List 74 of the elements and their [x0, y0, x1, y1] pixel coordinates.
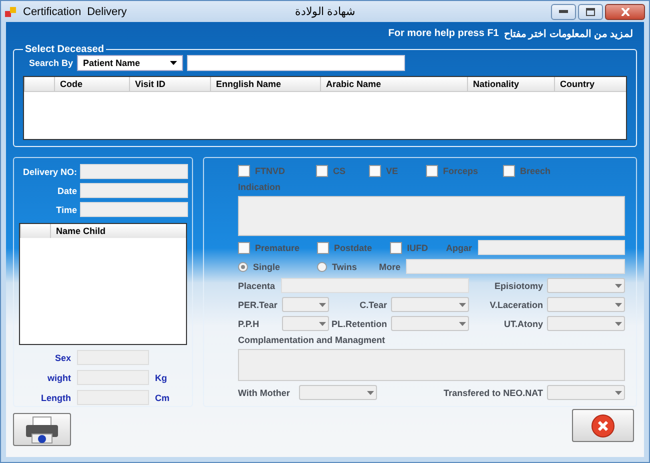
help-text: For more help press F1	[388, 28, 499, 40]
field-label: Indication	[238, 182, 282, 192]
field-label: Complamentation and Managment	[238, 335, 386, 345]
window-title: شهادة الولادة	[294, 6, 356, 18]
field-label: wight	[46, 372, 71, 382]
maximize-button[interactable]	[578, 4, 603, 20]
help-text: لمزيد من المعلومات اختر مفتاح	[504, 28, 633, 40]
group-title: Select Deceased	[24, 44, 105, 55]
input-field[interactable]	[77, 370, 149, 385]
close-icon	[591, 414, 615, 438]
dropdown-arrow-icon	[614, 284, 622, 288]
dropdown-arrow-icon	[458, 302, 466, 306]
column-header[interactable]: Ennglish Name	[210, 77, 320, 91]
radio-label: Single	[253, 262, 280, 272]
checkbox-label: CS	[333, 166, 346, 176]
checkbox-label: IUFD	[407, 242, 428, 252]
close-button[interactable]	[605, 4, 645, 20]
field-label: Sex	[54, 352, 71, 362]
checkbox-label: Premature	[255, 242, 300, 252]
input-field[interactable]	[80, 183, 188, 198]
minimize-icon	[559, 10, 568, 13]
dropdown-arrow-icon	[614, 302, 622, 306]
input-field[interactable]	[80, 164, 188, 179]
dropdown-arrow-icon	[614, 322, 622, 326]
checkbox-label: VE	[386, 166, 398, 176]
column-header[interactable]: Visit ID	[129, 77, 210, 91]
menu-item[interactable]: Certification	[23, 6, 82, 18]
print-button[interactable]	[13, 413, 71, 446]
column-header[interactable]: Arabic Name	[320, 77, 467, 91]
radio-label: Twins	[332, 262, 357, 272]
field-label: Length	[40, 392, 71, 402]
field-label: V.Laceration	[488, 300, 544, 310]
dropdown-arrow-icon	[614, 390, 622, 394]
field-label: PL.Retention	[330, 318, 388, 328]
minimize-button[interactable]	[551, 4, 576, 20]
field-label: Apgar	[446, 242, 474, 252]
column-header[interactable]: Country	[554, 77, 626, 91]
field-label: C.Tear	[358, 300, 388, 310]
field-label: Kg	[155, 372, 168, 382]
input-field[interactable]	[80, 202, 188, 217]
checkbox-label: Forceps	[443, 166, 478, 176]
field-label: More	[379, 262, 402, 272]
checkbox-label: FTNVD	[255, 166, 285, 176]
search-label: Search By	[29, 58, 74, 68]
field-label: With Mother	[238, 388, 291, 398]
checkbox-label: Postdate	[334, 242, 372, 252]
field-label: Episiotomy	[493, 280, 544, 290]
dropdown-arrow-icon	[318, 302, 326, 306]
column-header[interactable]: Code	[54, 77, 129, 91]
maximize-icon	[586, 8, 595, 16]
field-label: Placenta	[238, 280, 276, 290]
field-label: Time	[55, 204, 77, 214]
dropdown-arrow-icon	[170, 61, 178, 65]
field-label: Delivery NO:	[22, 166, 77, 176]
field-label: UT.Atony	[503, 318, 544, 328]
column-header[interactable]: Nationality	[467, 77, 554, 91]
search-by-dropdown[interactable]: Patient Name	[77, 55, 184, 71]
printer-icon	[24, 416, 60, 444]
dropdown-arrow-icon	[318, 322, 326, 326]
field-label: PER.Tear	[238, 300, 278, 310]
field-label: Date	[56, 186, 77, 196]
checkbox-label: Breech	[520, 166, 551, 176]
dropdown-arrow-icon	[366, 390, 374, 394]
close-icon	[620, 8, 630, 16]
field-label: Cm	[155, 392, 171, 402]
field-label: Transfered to NEO.NAT	[442, 388, 544, 398]
search-field[interactable]	[187, 55, 406, 71]
dropdown-arrow-icon	[458, 322, 466, 326]
input-field[interactable]	[77, 390, 149, 405]
input-field[interactable]	[77, 350, 149, 365]
app-icon	[5, 6, 17, 18]
field-label: P.P.H	[238, 318, 260, 328]
menu-item[interactable]: Delivery	[87, 6, 127, 18]
close-form-button[interactable]	[572, 409, 634, 442]
